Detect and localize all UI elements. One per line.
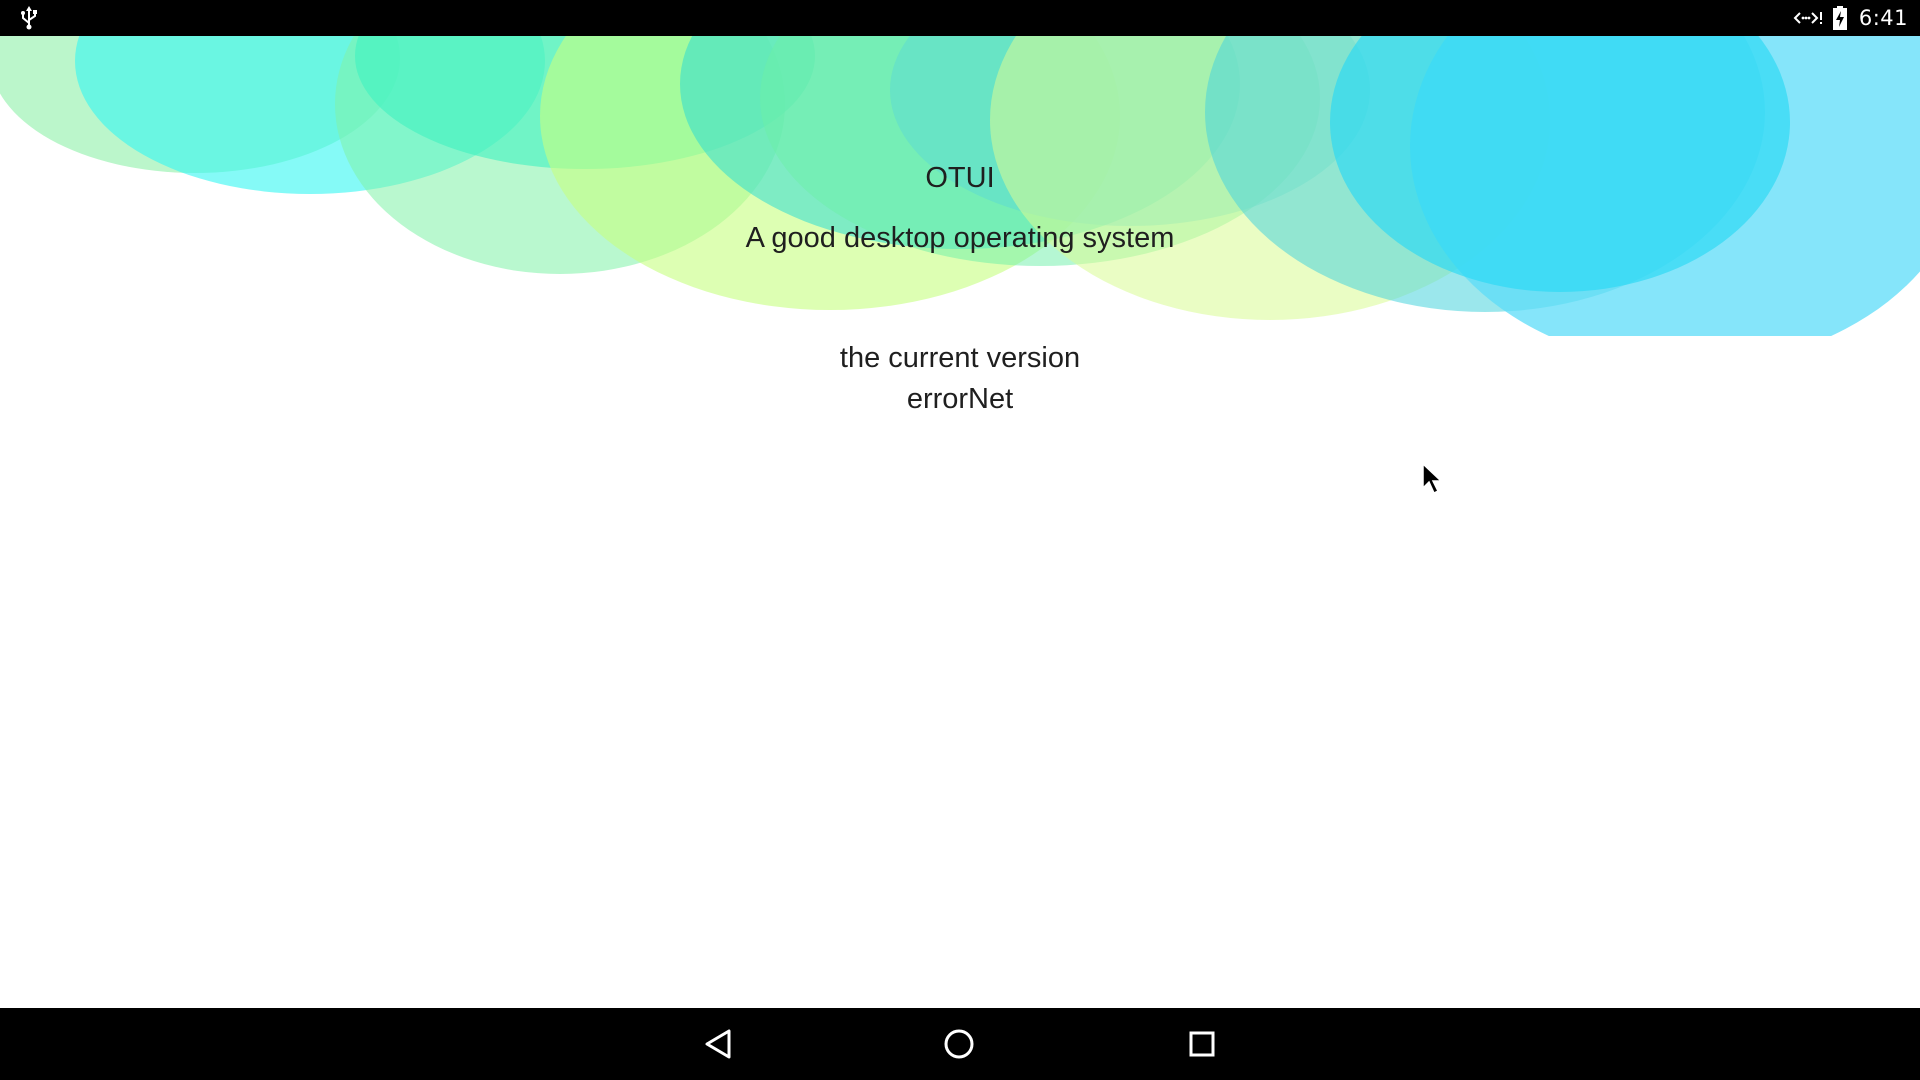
screen: 6:41 OTUI A good desktop operating syste… [0, 0, 1920, 1080]
battery-charging-icon [1832, 6, 1847, 30]
navigation-bar [0, 1008, 1920, 1080]
back-icon [705, 1029, 731, 1059]
app-subtitle: A good desktop operating system [745, 222, 1175, 254]
version-label: the current version [839, 342, 1081, 374]
main-content: OTUI A good desktop operating system the… [0, 0, 1920, 1008]
usb-icon [21, 6, 37, 30]
network-icon [1793, 12, 1822, 24]
mouse-cursor-icon [1422, 462, 1443, 495]
home-button[interactable] [935, 1020, 983, 1068]
recents-button[interactable] [1178, 1020, 1226, 1068]
status-clock: 6:41 [1858, 6, 1908, 30]
status-bar: 6:41 [0, 0, 1920, 36]
app-title: OTUI [925, 162, 995, 194]
home-icon [944, 1029, 974, 1059]
back-button[interactable] [694, 1020, 742, 1068]
recents-icon [1189, 1031, 1215, 1057]
version-value: errorNet [906, 383, 1014, 415]
